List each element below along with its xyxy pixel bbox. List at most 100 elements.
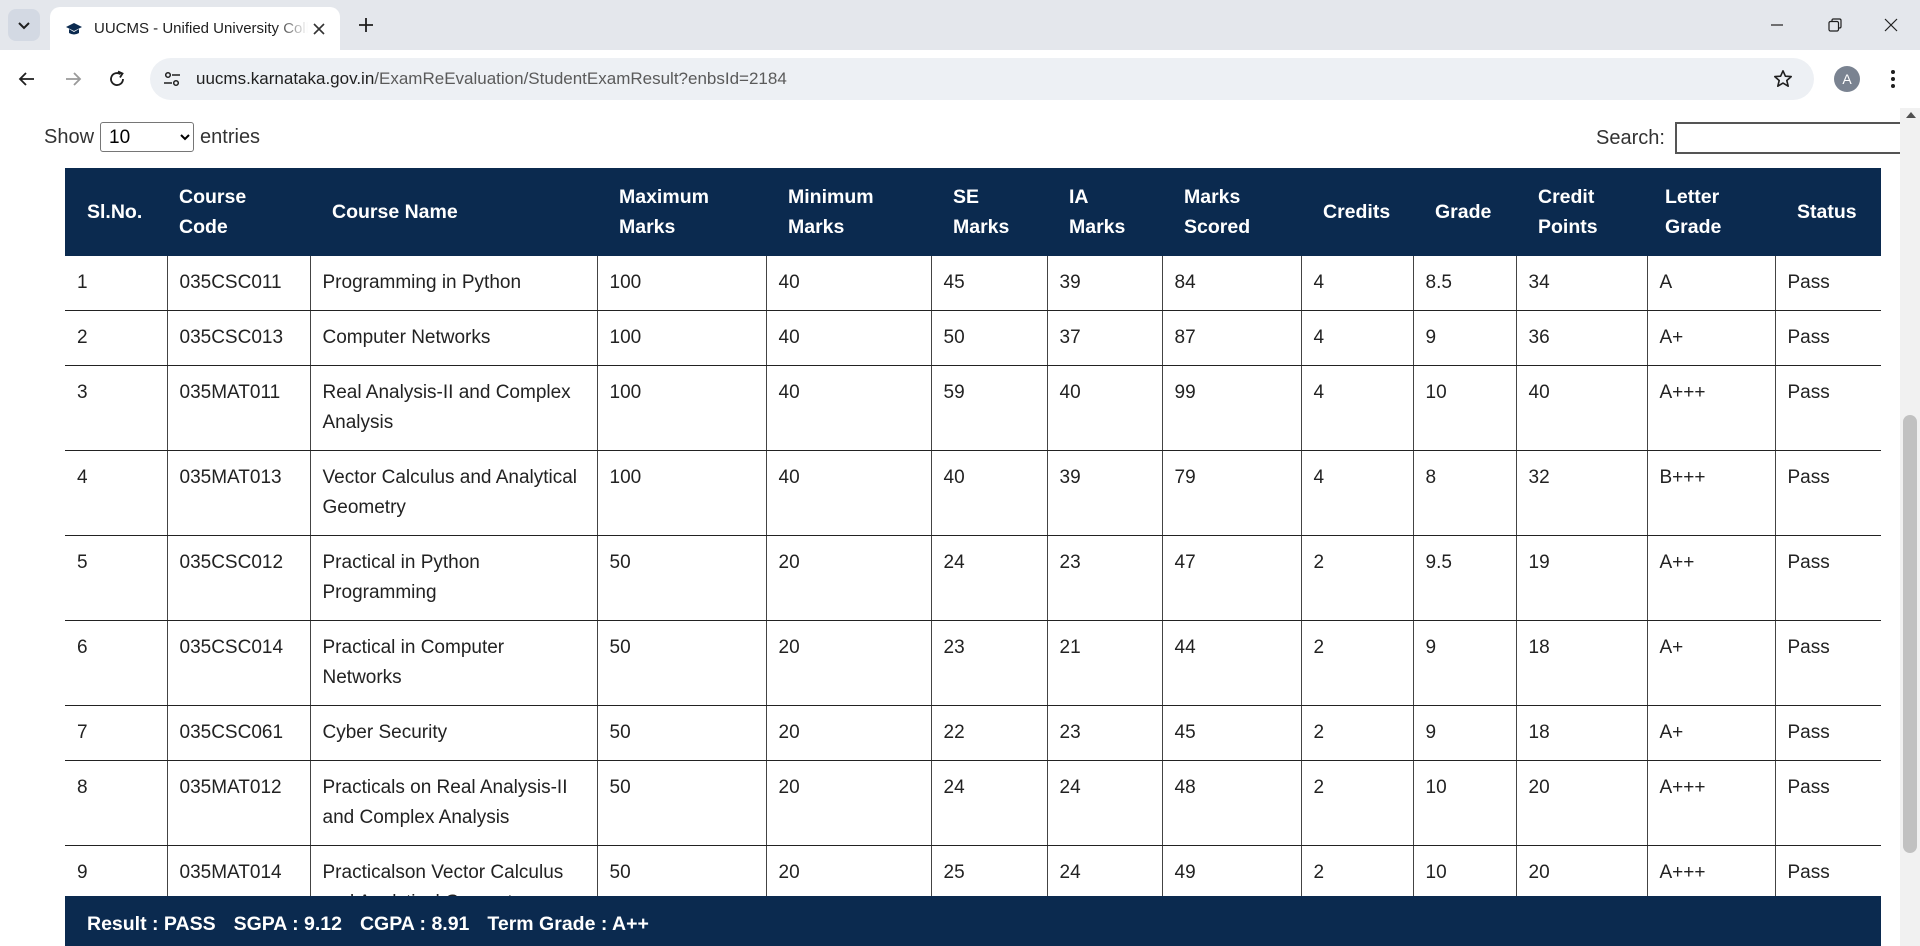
back-button[interactable] <box>10 62 44 96</box>
cell-points: 19 <box>1516 535 1648 621</box>
restore-button[interactable] <box>1806 0 1864 50</box>
cell-ia: 23 <box>1047 535 1163 621</box>
reload-icon <box>110 70 124 86</box>
cell-grade: 9 <box>1413 620 1517 706</box>
cell-min: 20 <box>766 760 932 846</box>
close-window-button[interactable] <box>1862 0 1920 50</box>
cell-status: Pass <box>1775 310 1881 366</box>
cell-points: 36 <box>1516 310 1648 366</box>
cell-credits: 2 <box>1301 535 1414 621</box>
cell-min: 40 <box>766 365 932 451</box>
url-path: /ExamReEvaluation/StudentExamResult?enbs… <box>374 69 787 88</box>
entries-select[interactable]: 10 <box>100 122 195 152</box>
header-marks-scored-label: Marks Scored <box>1184 186 1251 238</box>
cell-scored: 87 <box>1162 310 1302 366</box>
search-input[interactable] <box>1674 122 1900 154</box>
scroll-up-arrow-icon[interactable] <box>1906 112 1916 118</box>
cell-max: 100 <box>597 365 767 451</box>
table-search-control: Search: <box>1596 122 1900 154</box>
header-course-name[interactable]: Course Name <box>310 168 597 256</box>
header-credit-points[interactable]: Credit Points <box>1516 168 1647 256</box>
close-icon <box>1884 18 1898 32</box>
header-letter-grade-label: Letter Grade <box>1665 186 1722 238</box>
site-info-icon[interactable] <box>154 61 190 97</box>
cell-code: 035MAT011 <box>167 365 311 451</box>
address-bar[interactable]: uucms.karnataka.gov.in/ExamReEvaluation/… <box>150 58 1814 100</box>
cell-max: 100 <box>597 450 767 536</box>
exam-results-table: Sl.No. Course Code Course Name Maximum M… <box>65 168 1881 931</box>
table-row: 6 035CSC014 Practical in Computer Networks… <box>65 620 1881 706</box>
header-se-marks[interactable]: SE Marks <box>931 168 1047 256</box>
cell-credits: 4 <box>1301 256 1414 311</box>
cell-min: 20 <box>766 705 932 761</box>
cell-status: Pass <box>1775 620 1881 706</box>
cell-name: Vector Calculus and Analytical Geometry <box>310 450 598 536</box>
cell-grade: 9 <box>1413 310 1517 366</box>
cell-credits: 2 <box>1301 620 1414 706</box>
tab-close-icon[interactable] <box>308 18 330 40</box>
bookmark-star-icon[interactable] <box>1766 62 1800 96</box>
cell-status: Pass <box>1775 760 1881 846</box>
reload-button[interactable] <box>100 62 134 96</box>
header-ia-marks[interactable]: IA Marks <box>1047 168 1162 256</box>
profile-avatar[interactable]: A <box>1834 66 1860 92</box>
cell-credits: 4 <box>1301 450 1414 536</box>
cell-slno: 8 <box>65 760 168 846</box>
forward-button[interactable] <box>56 62 90 96</box>
cell-name: Real Analysis-II and Complex Analysis <box>310 365 598 451</box>
arrow-right-icon <box>66 72 82 86</box>
header-max-marks[interactable]: Maximum Marks <box>597 168 766 256</box>
cell-code: 035CSC011 <box>167 256 311 311</box>
cell-min: 20 <box>766 620 932 706</box>
cell-scored: 79 <box>1162 450 1302 536</box>
cell-name: Programming in Python <box>310 256 598 311</box>
search-label: Search: <box>1596 126 1665 149</box>
header-credits[interactable]: Credits <box>1301 168 1413 256</box>
table-row: 5 035CSC012 Practical in Python Programmin… <box>65 535 1881 621</box>
cell-max: 50 <box>597 535 767 621</box>
cell-credits: 4 <box>1301 365 1414 451</box>
header-letter-grade[interactable]: Letter Grade <box>1647 168 1775 256</box>
cell-grade: 9.5 <box>1413 535 1517 621</box>
more-vertical-icon <box>1891 70 1895 88</box>
minimize-icon <box>1771 24 1783 26</box>
header-grade[interactable]: Grade <box>1413 168 1516 256</box>
header-marks-scored[interactable]: Marks Scored <box>1162 168 1301 256</box>
header-course-code[interactable]: Course Code <box>167 168 310 256</box>
cell-slno: 5 <box>65 535 168 621</box>
browser-menu-button[interactable] <box>1876 62 1910 96</box>
new-tab-button[interactable] <box>352 11 380 39</box>
cell-ia: 24 <box>1047 760 1163 846</box>
scrollbar-thumb[interactable] <box>1903 415 1917 853</box>
show-label: Show <box>44 125 95 148</box>
cell-status: Pass <box>1775 535 1881 621</box>
cgpa-value: CGPA : 8.91 <box>359 912 470 935</box>
cell-ia: 40 <box>1047 365 1163 451</box>
cell-status: Pass <box>1775 450 1881 536</box>
table-row: 3 035MAT011 Real Analysis-II and Complex A… <box>65 365 1881 451</box>
header-ia-marks-label: IA Marks <box>1069 186 1126 238</box>
cell-status: Pass <box>1775 705 1881 761</box>
entries-label: entries <box>200 125 261 148</box>
cell-letter: B+++ <box>1647 450 1776 536</box>
cell-credits: 4 <box>1301 310 1414 366</box>
table-row: 8 035MAT012 Practicals on Real Analysis-II… <box>65 760 1881 846</box>
header-status[interactable]: Status <box>1775 168 1881 256</box>
cell-min: 40 <box>766 450 932 536</box>
cell-scored: 45 <box>1162 705 1302 761</box>
cell-points: 20 <box>1516 760 1648 846</box>
cell-se: 40 <box>931 450 1048 536</box>
tab-search-button[interactable] <box>8 9 40 41</box>
vertical-scrollbar[interactable] <box>1900 108 1920 946</box>
cell-points: 34 <box>1516 256 1648 311</box>
active-tab[interactable]: UUCMS - Unified University College Manag… <box>50 7 340 50</box>
cell-min: 40 <box>766 256 932 311</box>
cell-name: Practicals on Real Analysis-II and Compl… <box>310 760 598 846</box>
minimize-button[interactable] <box>1748 0 1806 50</box>
header-credit-points-label: Credit Points <box>1538 186 1598 238</box>
cell-max: 100 <box>597 256 767 311</box>
cell-scored: 47 <box>1162 535 1302 621</box>
header-slno[interactable]: Sl.No. <box>65 168 167 256</box>
header-min-marks[interactable]: Minimum Marks <box>766 168 931 256</box>
cell-status: Pass <box>1775 365 1881 451</box>
